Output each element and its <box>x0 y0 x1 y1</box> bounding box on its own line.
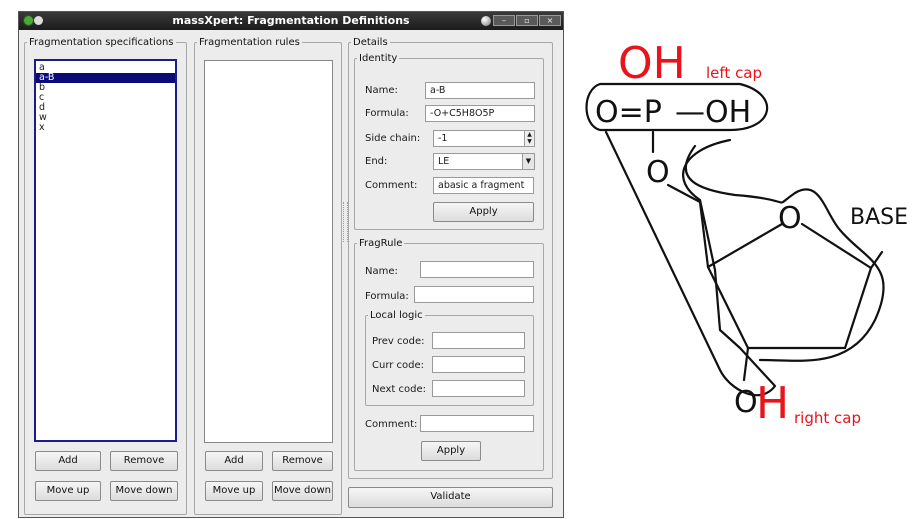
o-ch2-bond <box>666 183 702 204</box>
fragrule-formula-label: Formula: <box>365 291 409 302</box>
spec-add-button[interactable]: Add <box>35 451 101 471</box>
end-label: End: <box>365 156 388 167</box>
curr-code-label: Curr code: <box>372 360 425 371</box>
left-cap-loop <box>604 130 777 397</box>
fragrule-comment-input[interactable] <box>420 415 534 432</box>
identity-legend: Identity <box>359 53 398 64</box>
fragmentation-specifications-legend: Fragmentation specifications <box>29 37 174 48</box>
fragrule-formula-input[interactable] <box>414 286 534 303</box>
rules-list[interactable] <box>204 60 333 443</box>
rule-move-down-button[interactable]: Move down <box>272 481 333 501</box>
rule-move-up-button[interactable]: Move up <box>205 481 263 501</box>
ring-oxygen-text: O <box>778 201 802 236</box>
identity-name-input[interactable]: a-B <box>425 82 535 99</box>
identity-formula-input[interactable]: -O+C5H8O5P <box>425 105 535 122</box>
spec-remove-button[interactable]: Remove <box>110 451 178 471</box>
ring-c4-o-bond <box>706 222 784 269</box>
fragrule-name-input[interactable] <box>420 261 534 278</box>
formula-label: Formula: <box>365 108 409 119</box>
prev-code-label: Prev code: <box>372 336 425 347</box>
rule-add-button[interactable]: Add <box>205 451 263 471</box>
identity-apply-button[interactable]: Apply <box>433 202 534 222</box>
close-button[interactable]: × <box>539 15 561 26</box>
ring-o-c1-bond <box>800 222 873 270</box>
minimize-button[interactable]: – <box>493 15 515 26</box>
phosphate-text: O=P <box>595 95 662 130</box>
end-combobox[interactable]: LE <box>433 153 523 170</box>
list-item[interactable]: b <box>36 83 175 93</box>
side-chain-spinbox[interactable]: -1 <box>433 130 525 147</box>
bottom-oxygen-text: O <box>734 385 758 420</box>
sticky-icon[interactable] <box>481 16 491 26</box>
ester-oxygen-text: O <box>646 155 670 190</box>
right-cap-text: right cap <box>794 409 861 427</box>
next-code-label: Next code: <box>372 384 426 395</box>
oh-left-text: OH <box>618 38 686 89</box>
spec-move-up-button[interactable]: Move up <box>35 481 101 501</box>
fragmentation-definitions-window: massXpert: Fragmentation Definitions – ▫… <box>18 11 564 518</box>
base-text: BASE <box>850 205 908 230</box>
spin-arrows-icon[interactable]: ▲ ▼ <box>525 130 535 147</box>
chevron-down-icon[interactable]: ▼ <box>523 153 535 170</box>
title-bar[interactable]: massXpert: Fragmentation Definitions – ▫… <box>19 12 563 30</box>
fragrule-name-label: Name: <box>365 266 398 277</box>
list-item[interactable]: x <box>36 123 175 133</box>
comment-label: Comment: <box>365 180 418 191</box>
list-item[interactable]: a <box>36 63 175 73</box>
curr-code-input[interactable] <box>432 356 525 373</box>
list-item[interactable]: c <box>36 93 175 103</box>
nucleotide-diagram: OH left cap O=P —OH O O BASE O H right c… <box>585 38 908 429</box>
list-item[interactable]: d <box>36 103 175 113</box>
validate-button[interactable]: Validate <box>348 487 553 508</box>
h-right-text: H <box>756 378 789 429</box>
identity-comment-input[interactable]: abasic a fragment <box>433 177 534 194</box>
hydroxyl-text: —OH <box>675 95 751 130</box>
list-item-selected[interactable]: a-B <box>36 73 175 83</box>
fragrule-legend: FragRule <box>359 238 403 249</box>
prev-code-input[interactable] <box>432 332 525 349</box>
rule-remove-button[interactable]: Remove <box>272 451 333 471</box>
fragrule-apply-button[interactable]: Apply <box>421 441 481 461</box>
next-code-input[interactable] <box>432 380 525 397</box>
list-item[interactable]: w <box>36 113 175 123</box>
fragmentation-rules-legend: Fragmentation rules <box>199 37 300 48</box>
spec-list[interactable]: a a-B b c d w x <box>34 59 177 442</box>
side-chain-label: Side chain: <box>365 133 421 144</box>
ring-c1-c2-bond <box>843 266 873 350</box>
left-cap-text: left cap <box>706 64 762 82</box>
spec-move-down-button[interactable]: Move down <box>110 481 178 501</box>
details-legend: Details <box>353 37 388 48</box>
right-cap-outline <box>684 144 885 362</box>
maximize-button[interactable]: ▫ <box>516 15 538 26</box>
local-logic-legend: Local logic <box>370 310 423 321</box>
name-label: Name: <box>365 85 398 96</box>
fragrule-comment-label: Comment: <box>365 419 418 430</box>
